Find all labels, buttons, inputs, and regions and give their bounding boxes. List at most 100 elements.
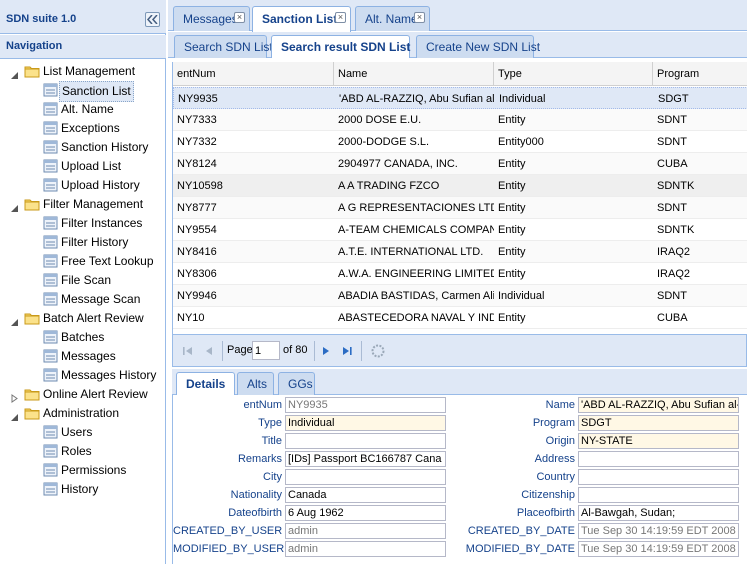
- sidebar-item-filter-instances[interactable]: Filter Instances: [0, 214, 165, 233]
- cell-type: Individual: [498, 290, 545, 302]
- column-header-type[interactable]: Type: [494, 62, 653, 86]
- sidebar-item-upload-list[interactable]: Upload List: [0, 157, 165, 176]
- table-row[interactable]: NY9554 A-TEAM CHEMICALS COMPANY Entity SDNT…: [173, 219, 747, 241]
- field-placeofbirth[interactable]: Al-Bawgah, Sudan;: [578, 505, 739, 521]
- field-city[interactable]: [285, 469, 446, 485]
- column-header-program[interactable]: Program: [653, 62, 747, 86]
- field-modified-by-date[interactable]: Tue Sep 30 14:19:59 EDT 2008: [578, 541, 739, 557]
- collapse-arrow-icon[interactable]: [10, 67, 19, 79]
- table-row[interactable]: NY9946 ABADIA BASTIDAS, Carmen Alic Indivi…: [173, 285, 747, 307]
- sidebar-item-sanction-list[interactable]: Sanction List: [0, 81, 165, 102]
- field-program[interactable]: SDGT: [578, 415, 739, 431]
- double-chevron-left-icon[interactable]: [145, 12, 160, 27]
- close-icon[interactable]: ×: [335, 12, 346, 23]
- prev-page-icon[interactable]: [202, 344, 216, 358]
- last-page-icon[interactable]: [340, 344, 354, 358]
- sidebar-item-label: Messages: [61, 349, 116, 363]
- table-row[interactable]: NY8306 A.W.A. ENGINEERING LIMITED Entity IR…: [173, 263, 747, 285]
- table-row[interactable]: NY10598 A A TRADING FZCO Entity SDNTK: [173, 175, 747, 197]
- collapse-arrow-icon[interactable]: [10, 314, 19, 326]
- sidebar-item-filter-history[interactable]: Filter History: [0, 233, 165, 252]
- field-remarks[interactable]: [IDs] Passport BC166787 Cana: [285, 451, 446, 467]
- expand-arrow-icon[interactable]: [10, 390, 19, 403]
- tree-folder-list-management[interactable]: List Management: [0, 62, 165, 81]
- tab-search-sdn-list[interactable]: Search SDN List: [174, 35, 273, 58]
- tab-alt-name[interactable]: Alt. Name ×: [355, 6, 430, 31]
- sidebar-item-history[interactable]: History: [0, 480, 165, 499]
- table-row[interactable]: NY7332 2000-DODGE S.L. Entity000 SDNT: [173, 131, 747, 153]
- sidebar-item-permissions[interactable]: Permissions: [0, 461, 165, 480]
- cell-type: Individual: [499, 93, 546, 105]
- field-nationality[interactable]: Canada: [285, 487, 446, 503]
- tab-alts[interactable]: Alts: [237, 372, 274, 395]
- table-row[interactable]: NY8777 A G REPRESENTACIONES LTDA Entity SDN…: [173, 197, 747, 219]
- table-row[interactable]: NY7333 2000 DOSE E.U. Entity SDNT: [173, 109, 747, 131]
- sidebar-item-free-text-lookup[interactable]: Free Text Lookup: [0, 252, 165, 271]
- field-origin[interactable]: NY-STATE: [578, 433, 739, 449]
- sidebar-item-message-scan[interactable]: Message Scan: [0, 290, 165, 309]
- sidebar-item-sanction-history[interactable]: Sanction History: [0, 138, 165, 157]
- sidebar-item-upload-history[interactable]: Upload History: [0, 176, 165, 195]
- field-type[interactable]: Individual: [285, 415, 446, 431]
- tab-ggs[interactable]: GGs: [278, 372, 315, 395]
- sidebar-item-roles[interactable]: Roles: [0, 442, 165, 461]
- field-name[interactable]: 'ABD AL-RAZZIQ, Abu Sufian al-S: [578, 397, 739, 413]
- next-page-icon[interactable]: [319, 344, 333, 358]
- table-row[interactable]: NY8416 A.T.E. INTERNATIONAL LTD. Entity IRA…: [173, 241, 747, 263]
- app-title-bar: SDN suite 1.0: [0, 0, 166, 34]
- sidebar-item-file-scan[interactable]: File Scan: [0, 271, 165, 290]
- field-modified-by-user[interactable]: admin: [285, 541, 446, 557]
- tree-folder-filter-management[interactable]: Filter Management: [0, 195, 165, 214]
- cell-type: Entity: [498, 202, 526, 214]
- table-row[interactable]: NY8124 2904977 CANADA, INC. Entity CUBA: [173, 153, 747, 175]
- cell-name: ABADIA BASTIDAS, Carmen Alic: [338, 290, 494, 302]
- field-entnum[interactable]: NY9935: [285, 397, 446, 413]
- cell-entnum: NY7333: [177, 114, 217, 126]
- close-icon[interactable]: ×: [414, 12, 425, 23]
- sidebar-item-users[interactable]: Users: [0, 423, 165, 442]
- field-created-by-date[interactable]: Tue Sep 30 14:19:59 EDT 2008: [578, 523, 739, 539]
- column-header-entnum[interactable]: entNum: [173, 62, 334, 86]
- tab-messages[interactable]: Messages ×: [173, 6, 250, 31]
- field-citizenship[interactable]: [578, 487, 739, 503]
- cell-name: 'ABD AL-RAZZIQ, Abu Sufian al: [339, 93, 495, 105]
- field-label-name: Name: [545, 399, 575, 411]
- field-title[interactable]: [285, 433, 446, 449]
- sidebar-item-messages[interactable]: Messages: [0, 347, 165, 366]
- table-row[interactable]: NY9935 'ABD AL-RAZZIQ, Abu Sufian al Indiv…: [173, 87, 747, 109]
- collapse-arrow-icon[interactable]: [10, 409, 19, 421]
- tree-folder-online-alert-review[interactable]: Online Alert Review: [0, 385, 165, 404]
- first-page-icon[interactable]: [181, 344, 195, 358]
- sidebar-item-messages-history[interactable]: Messages History: [0, 366, 165, 385]
- field-country[interactable]: [578, 469, 739, 485]
- sidebar-item-alt-name[interactable]: Alt. Name: [0, 100, 165, 119]
- field-created-by-user[interactable]: admin: [285, 523, 446, 539]
- tab-create-new-sdn-list[interactable]: Create New SDN List: [416, 35, 540, 58]
- tab-details[interactable]: Details: [176, 372, 235, 395]
- close-icon[interactable]: ×: [234, 12, 245, 23]
- tree-folder-label: Online Alert Review: [43, 387, 148, 401]
- tab-sanction-list[interactable]: Sanction List ×: [252, 6, 351, 32]
- sidebar-item-batches[interactable]: Batches: [0, 328, 165, 347]
- sidebar-item-exceptions[interactable]: Exceptions: [0, 119, 165, 138]
- field-dateofbirth[interactable]: 6 Aug 1962: [285, 505, 446, 521]
- tab-search-result-sdn-list[interactable]: Search result SDN List: [271, 35, 410, 58]
- tab-label: Search result SDN List: [281, 40, 411, 54]
- tree-folder-batch-alert-review[interactable]: Batch Alert Review: [0, 309, 165, 328]
- column-header-name[interactable]: Name: [334, 62, 494, 86]
- cell-entnum: NY10: [177, 312, 205, 324]
- list-page-icon: [43, 444, 58, 458]
- refresh-icon[interactable]: [370, 343, 386, 359]
- cell-type: Entity: [498, 180, 526, 192]
- tree-folder-label: Batch Alert Review: [43, 311, 144, 325]
- sidebar-item-label: Users: [61, 425, 93, 439]
- collapse-arrow-icon[interactable]: [10, 200, 19, 212]
- sidebar-item-label: Filter History: [61, 235, 129, 249]
- field-address[interactable]: [578, 451, 739, 467]
- cell-name: 2904977 CANADA, INC.: [338, 158, 458, 170]
- cell-program: CUBA: [657, 158, 688, 170]
- tree-folder-administration[interactable]: Administration: [0, 404, 165, 423]
- page-number-input[interactable]: [252, 341, 280, 360]
- tab-label: Alts: [247, 377, 268, 391]
- table-row[interactable]: NY10 ABASTECEDORA NAVAL Y IND Entity CUBA: [173, 307, 747, 329]
